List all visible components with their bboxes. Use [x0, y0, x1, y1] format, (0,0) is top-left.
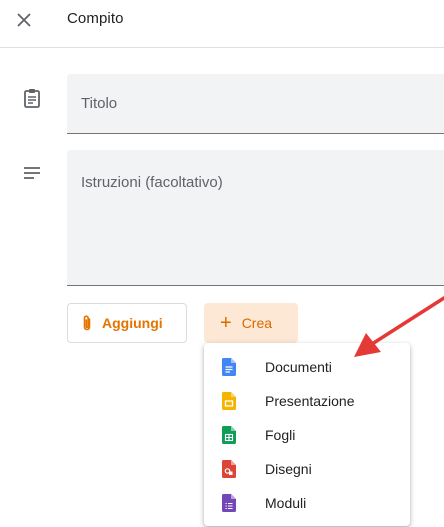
paperclip-icon [83, 315, 91, 331]
page-title: Compito [67, 10, 124, 27]
add-button-label: Aggiungi [102, 315, 163, 331]
menu-item-label: Presentazione [265, 393, 355, 409]
docs-icon [222, 358, 236, 376]
menu-item-label: Disegni [265, 461, 312, 477]
forms-icon [222, 494, 236, 512]
menu-item-moduli[interactable]: Moduli [204, 486, 410, 520]
clipboard-icon [20, 86, 44, 110]
create-button[interactable]: + Crea [204, 303, 298, 343]
menu-item-label: Documenti [265, 359, 332, 375]
title-placeholder: Titolo [81, 95, 118, 112]
create-menu: Documenti Presentazione Fogli Disegni Mo… [204, 343, 410, 526]
menu-item-disegni[interactable]: Disegni [204, 452, 410, 486]
close-button[interactable] [10, 6, 38, 34]
menu-item-fogli[interactable]: Fogli [204, 418, 410, 452]
create-button-label: Crea [241, 315, 273, 331]
close-icon [17, 13, 31, 27]
top-bar: Compito [0, 0, 444, 48]
drawings-icon [222, 460, 236, 478]
slides-icon [222, 392, 236, 410]
menu-item-presentazione[interactable]: Presentazione [204, 384, 410, 418]
title-input[interactable]: Titolo [67, 74, 444, 134]
menu-item-label: Moduli [265, 495, 307, 511]
plus-icon: + [220, 312, 232, 334]
instructions-placeholder: Istruzioni (facoltativo) [81, 174, 223, 191]
instructions-input[interactable]: Istruzioni (facoltativo) [67, 150, 444, 286]
notes-icon [20, 161, 44, 185]
menu-item-label: Fogli [265, 427, 296, 443]
sheets-icon [222, 426, 236, 444]
menu-item-documenti[interactable]: Documenti [204, 350, 410, 384]
add-button[interactable]: Aggiungi [67, 303, 187, 343]
